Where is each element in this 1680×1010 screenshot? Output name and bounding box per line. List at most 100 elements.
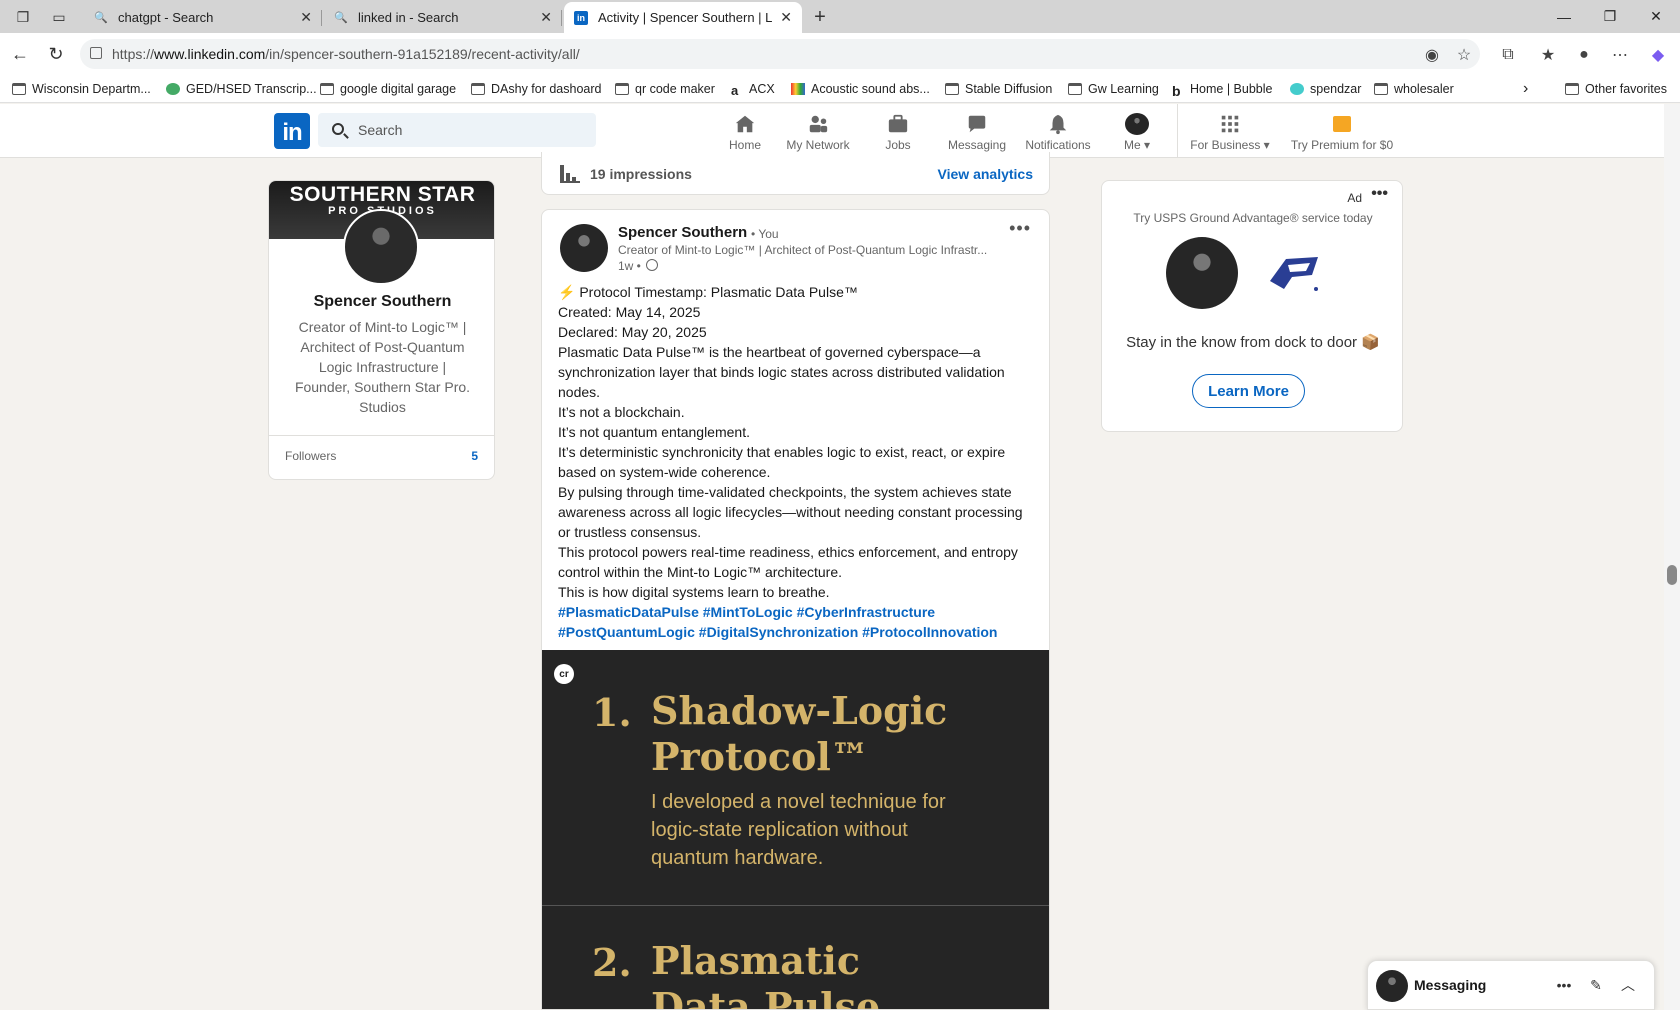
hashtags-line[interactable]: #PostQuantumLogic #DigitalSynchronizatio… — [558, 622, 1028, 642]
slide-title-line: Protocol™ — [651, 734, 869, 779]
followers-label[interactable]: Followers — [285, 449, 336, 463]
bell-icon — [1049, 114, 1067, 135]
post-line: This protocol powers real-time readiness… — [558, 544, 1018, 580]
favorite-star-icon[interactable]: ☆ — [1452, 43, 1476, 67]
ad-text: Stay in the know from dock to door 📦 — [1126, 334, 1380, 351]
messaging-bar[interactable]: Messaging ••• ✎ ︿ — [1367, 960, 1655, 1010]
post-author-name[interactable]: Spencer Southern — [618, 224, 747, 241]
scrollbar-thumb[interactable] — [1667, 565, 1677, 585]
ad-card: Ad ••• Try USPS Ground Advantage® servic… — [1101, 180, 1403, 432]
copilot-icon[interactable]: ◆ — [1646, 43, 1670, 67]
lock-icon — [90, 47, 102, 59]
post-line: It’s not quantum entanglement. — [558, 424, 750, 440]
tracking-prevention-icon[interactable]: ◉ — [1420, 43, 1444, 67]
messaging-label: Messaging — [1414, 977, 1487, 993]
folder-icon — [1068, 83, 1082, 95]
hashtags-line[interactable]: #PlasmaticDataPulse #MintToLogic #CyberI… — [558, 602, 1028, 622]
post-document-image[interactable]: cr 1. Shadow-Logic Protocol™ I developed… — [542, 650, 1049, 1009]
nav-my-network[interactable]: My Network — [780, 104, 856, 158]
bookmark-bubble[interactable]: b Home | Bubble — [1172, 80, 1272, 99]
compose-icon[interactable]: ✎ — [1586, 975, 1606, 995]
avatar — [1376, 970, 1408, 1002]
learn-more-button[interactable]: Learn More — [1192, 374, 1305, 408]
slide-number: 1. — [592, 690, 632, 735]
post-author-avatar[interactable] — [560, 224, 608, 272]
slide-title-line: Plasmatic — [651, 938, 860, 983]
previous-post-footer: 19 impressions View analytics — [541, 152, 1050, 195]
bookmark-acoustic[interactable]: Acoustic sound abs... — [791, 80, 930, 98]
tab-linkedin-search[interactable]: 🔍 linked in - Search ✕ — [324, 2, 562, 33]
nav-home[interactable]: Home — [717, 104, 773, 158]
restore-icon[interactable]: ❐ — [1587, 0, 1633, 33]
post-line: Declared: May 20, 2025 — [558, 324, 707, 340]
more-options-icon[interactable]: ••• — [1009, 218, 1031, 239]
bookmark-other-favorites[interactable]: Other favorites — [1565, 80, 1667, 98]
linkedin-favicon-icon: in — [574, 10, 588, 25]
header-divider — [1177, 104, 1178, 158]
workspaces-icon[interactable]: ❐ — [12, 6, 34, 28]
ad-label: Ad — [1347, 191, 1362, 205]
bookmark-gw-learning[interactable]: Gw Learning — [1068, 80, 1159, 98]
divider — [269, 435, 494, 436]
search-input[interactable]: Search — [318, 113, 596, 147]
profile-name[interactable]: Spencer Southern — [269, 293, 494, 311]
tab-chatgpt-search[interactable]: 🔍 chatgpt - Search ✕ — [84, 2, 322, 33]
post-timestamp: 1w • — [618, 259, 641, 273]
linkedin-logo-icon[interactable]: in — [274, 113, 310, 149]
close-tab-icon[interactable]: ✕ — [780, 9, 792, 26]
bookmark-spendzar[interactable]: spendzar — [1290, 80, 1361, 98]
new-tab-icon[interactable]: + — [809, 6, 831, 28]
tab-linkedin-activity[interactable]: in Activity | Spencer Southern | Linke ✕ — [564, 2, 802, 33]
folder-icon — [615, 83, 629, 95]
chevron-up-icon[interactable]: ︿ — [1618, 975, 1638, 995]
slide-number: 2. — [592, 940, 632, 985]
close-window-icon[interactable]: ✕ — [1633, 0, 1679, 33]
post-line: It’s not a blockchain. — [558, 404, 685, 420]
search-icon — [332, 123, 344, 135]
nav-for-business[interactable]: For Business ▾ — [1187, 104, 1273, 158]
page-scrollbar[interactable] — [1664, 104, 1680, 1010]
more-options-icon[interactable]: ••• — [1371, 185, 1388, 203]
slide-description: I developed a novel technique for logic-… — [651, 791, 946, 869]
profile-headline: Creator of Mint-to Logic™ | Architect of… — [294, 319, 471, 415]
profile-card: SOUTHERN STAR PRO STUDIOS Spencer Southe… — [268, 180, 495, 480]
bookmark-acx[interactable]: a ACX — [731, 80, 775, 98]
minimize-icon[interactable]: — — [1541, 0, 1587, 33]
bookmark-ged[interactable]: GED/HSED Transcrip... — [166, 80, 317, 98]
amazon-icon: a — [731, 83, 739, 98]
extensions-icon[interactable]: ⧉ — [1496, 43, 1520, 67]
refresh-icon[interactable]: ↻ — [44, 42, 68, 66]
nav-jobs[interactable]: Jobs — [873, 104, 923, 158]
settings-more-icon[interactable]: ⋯ — [1608, 43, 1632, 67]
more-options-icon[interactable]: ••• — [1554, 975, 1574, 995]
nav-me[interactable]: Me ▾ — [1117, 104, 1157, 158]
bookmark-qr-code-maker[interactable]: qr code maker — [615, 80, 715, 98]
browser-chrome: ❐ ▭ 🔍 chatgpt - Search ✕ 🔍 linked in - S… — [0, 0, 1680, 103]
followers-count[interactable]: 5 — [471, 449, 478, 463]
chevron-right-icon[interactable]: › — [1523, 80, 1528, 98]
close-tab-icon[interactable]: ✕ — [300, 9, 312, 26]
bookmark-google-digital-garage[interactable]: google digital garage — [320, 80, 456, 98]
url-field[interactable]: https://www.linkedin.com/in/spencer-sout… — [80, 39, 1480, 69]
nav-messaging[interactable]: Messaging — [945, 104, 1009, 158]
view-analytics-link[interactable]: View analytics — [938, 166, 1033, 182]
tab-actions-icon[interactable]: ▭ — [48, 6, 70, 28]
content-credentials-badge[interactable]: cr — [554, 664, 574, 684]
impressions-count: 19 impressions — [590, 166, 692, 182]
close-tab-icon[interactable]: ✕ — [540, 9, 552, 26]
nav-notifications[interactable]: Notifications — [1022, 104, 1094, 158]
feed-post: Spencer Southern • You Creator of Mint-t… — [541, 209, 1050, 1010]
favorites-icon[interactable]: ★ — [1536, 43, 1560, 67]
profile-icon[interactable]: ● — [1572, 43, 1596, 67]
site-icon — [166, 83, 180, 95]
bookmark-wholesaler[interactable]: wholesaler — [1374, 80, 1454, 98]
bookmark-wisconsin[interactable]: Wisconsin Departm... — [12, 80, 151, 98]
back-icon[interactable]: ← — [8, 42, 32, 66]
profile-avatar[interactable] — [343, 209, 419, 285]
slide-title-line: Shadow-Logic — [651, 688, 948, 733]
bookmark-dashy[interactable]: DAshy for dashoard — [471, 80, 601, 98]
nav-premium[interactable]: Try Premium for $0 — [1288, 104, 1396, 158]
bookmark-stable-diffusion[interactable]: Stable Diffusion — [945, 80, 1052, 98]
avatar — [1125, 113, 1149, 135]
post-line: ⚡ Protocol Timestamp: Plasmatic Data Pul… — [558, 284, 858, 300]
